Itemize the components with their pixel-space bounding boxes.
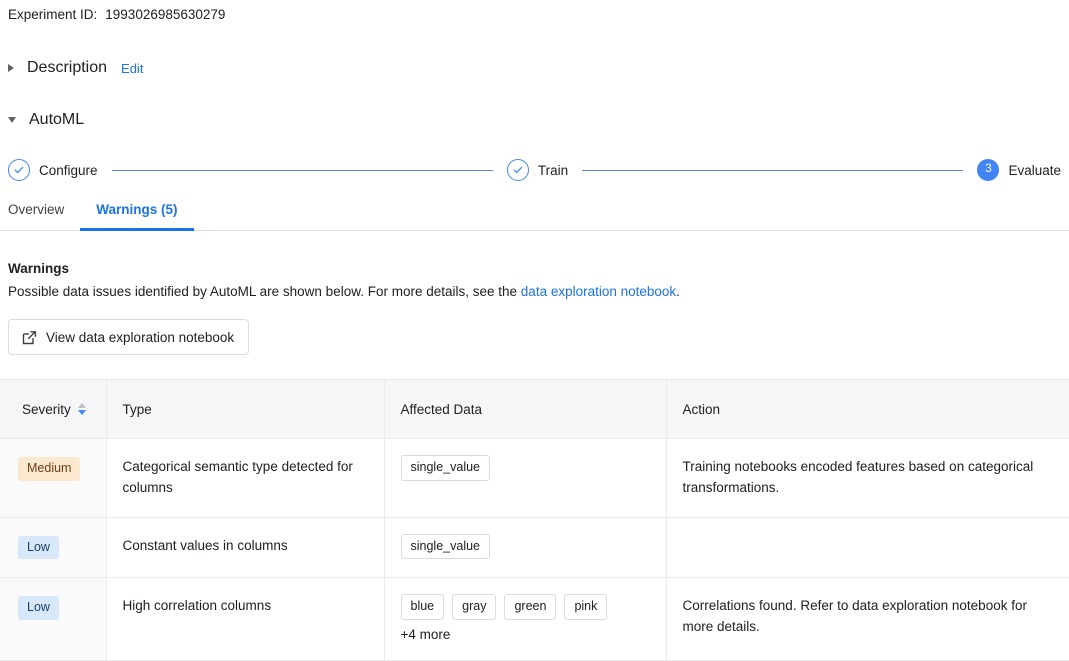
table-row: Low Constant values in columns single_va… [0,517,1069,579]
sort-ascending-icon[interactable] [77,403,86,408]
affected-data-chip[interactable]: blue [400,594,445,621]
cell-affected-data: single_value [384,517,667,579]
tab-overview[interactable]: Overview [0,202,80,230]
stepper-step-evaluate[interactable]: 3 Evaluate [977,159,1061,181]
stepper-connector-1 [111,169,493,171]
chevron-down-icon[interactable] [8,117,16,123]
affected-data-chip[interactable]: single_value [400,533,490,560]
tab-warnings[interactable]: Warnings (5) [80,202,194,231]
cell-affected-data: blue gray green pink +4 more [384,577,667,661]
cell-action: Correlations found. Refer to data explor… [666,577,1069,661]
edit-description-link[interactable]: Edit [121,61,143,76]
warnings-description-prefix: Possible data issues identified by AutoM… [8,284,521,299]
experiment-id-row: Experiment ID: 1993026985630279 [0,0,1069,22]
cell-action: Training notebooks encoded features base… [666,438,1069,518]
stepper-step-train[interactable]: Train [506,159,569,181]
sort-arrows-icon[interactable] [77,403,86,415]
column-header-severity-label: Severity [22,401,71,417]
step-number: 3 [985,163,992,176]
experiment-id-value: 1993026985630279 [105,7,226,22]
stepper-connector-2 [582,169,964,171]
section-title-automl: AutoML [29,111,85,128]
cell-type: High correlation columns [106,577,385,661]
warnings-table: Severity Type Affected Data Action Mediu… [0,379,1069,661]
step-number-circle: 3 [977,159,1000,181]
warnings-description: Possible data issues identified by AutoM… [0,284,1069,299]
warnings-description-suffix: . [676,284,680,299]
cell-type: Constant values in columns [106,517,385,579]
table-row: Medium Categorical semantic type detecte… [0,438,1069,518]
column-header-severity[interactable]: Severity [0,379,107,439]
cell-type: Categorical semantic type detected for c… [106,438,385,518]
sort-descending-icon[interactable] [77,410,86,415]
external-link-icon [21,329,46,346]
column-header-action[interactable]: Action [666,379,1069,439]
automl-stepper: Configure Train 3 Evaluate [0,157,1069,183]
cell-severity: Low [0,517,107,579]
warnings-heading: Warnings [8,261,70,276]
cell-action [666,517,1069,579]
affected-data-chip[interactable]: green [504,594,557,621]
column-header-type[interactable]: Type [106,379,385,439]
cell-severity: Low [0,577,107,661]
stepper-step-configure[interactable]: Configure [8,159,98,181]
check-circle-icon [506,159,529,181]
stepper-label-train: Train [537,162,569,178]
section-header-description[interactable]: Description Edit [0,57,1069,79]
status-badge: Medium [18,457,81,481]
data-exploration-notebook-link[interactable]: data exploration notebook [521,284,676,299]
affected-data-chip[interactable]: pink [564,594,608,621]
affected-data-chip[interactable]: single_value [400,455,490,481]
experiment-id-label: Experiment ID: [8,7,98,22]
stepper-label-evaluate: Evaluate [1008,162,1062,178]
cell-severity: Medium [0,438,107,518]
table-header-row: Severity Type Affected Data Action [0,379,1069,439]
affected-data-chip[interactable]: gray [452,594,497,621]
status-badge: Low [18,596,59,621]
affected-data-more-label[interactable]: +4 more [401,627,451,642]
section-header-automl[interactable]: AutoML [0,109,1069,131]
column-header-affected-data[interactable]: Affected Data [384,379,667,439]
view-notebook-button-label: View data exploration notebook [46,329,235,345]
table-row: Low High correlation columns blue gray g… [0,577,1069,661]
view-data-exploration-notebook-button[interactable]: View data exploration notebook [8,319,250,355]
stepper-label-configure: Configure [39,162,98,178]
tab-bar: Overview Warnings (5) [0,202,1069,231]
status-badge: Low [18,535,59,560]
chevron-right-icon[interactable] [8,64,14,72]
section-title-description: Description [27,59,108,76]
cell-affected-data: single_value [384,438,667,518]
check-circle-icon [8,159,30,181]
